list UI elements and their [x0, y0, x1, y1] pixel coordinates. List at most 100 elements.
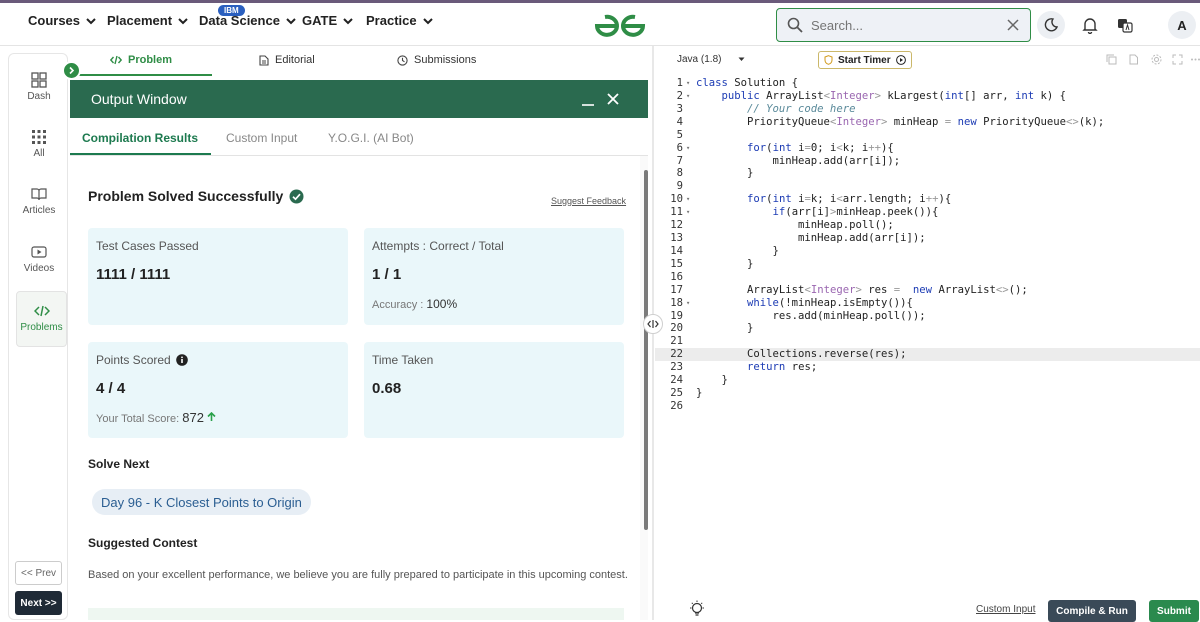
line-number: 1 [676, 77, 683, 89]
sidebar-item-videos[interactable]: Videos [9, 244, 69, 274]
code-line[interactable]: 5 [655, 129, 1200, 142]
line-number: 26 [670, 400, 683, 412]
fullscreen-icon[interactable] [1172, 54, 1183, 65]
line-number: 13 [670, 232, 683, 245]
line-number: 17 [670, 283, 683, 296]
code-line[interactable]: 7 minHeap.add(arr[i]); [655, 155, 1200, 168]
code-editor[interactable]: 1 ▾ class Solution {2 ▾ public ArrayList<In… [655, 76, 1200, 596]
code-line[interactable]: 21 [655, 335, 1200, 348]
tab-problem[interactable]: Problem [110, 54, 172, 66]
prev-button[interactable]: << Prev [15, 561, 62, 585]
fold-toggle-icon[interactable]: ▾ [686, 77, 690, 90]
code-line[interactable]: 15 } [655, 258, 1200, 271]
suggested-contest-heading: Suggested Contest [88, 536, 198, 550]
code-line[interactable]: 22 Collections.reverse(res); [655, 348, 1200, 362]
chevron-down-icon[interactable] [738, 57, 745, 62]
next-button[interactable]: Next >> [15, 591, 62, 615]
line-number: 19 [670, 309, 683, 322]
sidebar-item-all[interactable]: All [9, 129, 69, 159]
dark-mode-button[interactable] [1037, 11, 1065, 39]
gfg-logo-icon[interactable] [590, 11, 650, 41]
problem-tabs: Problem Editorial Submissions [70, 46, 648, 76]
nav-courses[interactable]: Courses [28, 13, 96, 28]
translate-icon [1118, 19, 1133, 33]
nav-placement-label: Placement [107, 13, 173, 28]
line-number: 24 [670, 374, 683, 387]
sidebar-item-dash[interactable]: Dash [9, 72, 69, 102]
fold-toggle-icon[interactable]: ▾ [686, 142, 690, 155]
line-number: 3 [676, 102, 683, 115]
code-line[interactable]: 9 [655, 180, 1200, 193]
notifications-button[interactable] [1076, 11, 1104, 39]
tab-submissions[interactable]: Submissions [397, 54, 476, 66]
solve-next-heading: Solve Next [88, 457, 150, 471]
nav-gate-label: GATE [302, 13, 338, 28]
line-number: 7 [676, 154, 683, 167]
sidebar-item-problems[interactable]: Problems [16, 291, 67, 347]
code-line[interactable]: 1 ▾ class Solution { [655, 77, 1200, 90]
code-line[interactable]: 6 ▾ for(int i=0; i<k; i++){ [655, 142, 1200, 155]
suggest-feedback-link[interactable]: Suggest Feedback [551, 196, 626, 206]
start-timer-button[interactable]: Start Timer [818, 51, 912, 69]
custom-input-link[interactable]: Custom Input [976, 604, 1035, 615]
copy-icon[interactable] [1106, 54, 1117, 65]
code-line[interactable]: 14 } [655, 245, 1200, 258]
code-line[interactable]: 23 return res; [655, 361, 1200, 374]
code-line[interactable]: 4 PriorityQueue<Integer> minHeap = new P… [655, 116, 1200, 129]
close-icon[interactable] [1006, 18, 1020, 32]
code-line[interactable]: 20 } [655, 322, 1200, 335]
code-text: res.add(minHeap.poll()); [696, 309, 926, 322]
code-line[interactable]: 3 // Your code here [655, 103, 1200, 116]
gear-icon[interactable] [1151, 54, 1162, 65]
nav-placement[interactable]: Placement [107, 13, 188, 28]
attempts-card: Attempts : Correct / Total 1 / 1 Accurac… [364, 228, 624, 325]
code-line[interactable]: 17 ArrayList<Integer> res = new ArrayLis… [655, 284, 1200, 297]
time-label: Time Taken [372, 353, 434, 367]
file-icon[interactable] [1128, 54, 1139, 65]
attempts-value: 1 / 1 [372, 266, 402, 283]
code-text: return res; [747, 361, 818, 374]
sidebar-item-articles[interactable]: Articles [9, 186, 69, 216]
avatar[interactable]: A [1168, 11, 1196, 39]
code-line[interactable]: 18 ▾ while(!minHeap.isEmpty()){ [655, 297, 1200, 310]
lightbulb-icon[interactable] [689, 600, 705, 618]
code-line[interactable]: 11 ▾ if(arr[i]>minHeap.peek()){ [655, 206, 1200, 219]
code-line[interactable]: 24 } [655, 374, 1200, 387]
info-icon[interactable] [175, 354, 188, 366]
nav-gate[interactable]: GATE [302, 13, 353, 28]
tab-compilation-results[interactable]: Compilation Results [82, 131, 198, 145]
fold-toggle-icon[interactable]: ▾ [686, 206, 690, 219]
code-line[interactable]: 12 minHeap.poll(); [655, 219, 1200, 232]
code-line[interactable]: 19 res.add(minHeap.poll()); [655, 310, 1200, 323]
nav-practice[interactable]: Practice [366, 13, 433, 28]
expand-sidebar-button[interactable] [62, 61, 81, 80]
tab-editorial[interactable]: Editorial [259, 54, 315, 66]
more-icon[interactable] [1190, 54, 1200, 65]
line-number: 23 [670, 361, 683, 374]
code-line[interactable]: 16 [655, 271, 1200, 284]
code-line[interactable]: 8 } [655, 167, 1200, 180]
fold-toggle-icon[interactable]: ▾ [686, 297, 690, 310]
code-line[interactable]: 26 [655, 400, 1200, 413]
tab-custom-input[interactable]: Custom Input [226, 131, 297, 145]
code-line[interactable]: 2 ▾ public ArrayList<Integer> kLargest(in… [655, 90, 1200, 103]
code-text: } [696, 387, 703, 400]
fold-toggle-icon[interactable]: ▾ [686, 193, 690, 206]
nav-data-science[interactable]: Data Science [199, 13, 296, 28]
language-select[interactable]: Java (1.8) [677, 54, 721, 65]
minimize-icon[interactable] [580, 93, 596, 107]
fold-toggle-icon[interactable]: ▾ [686, 90, 690, 103]
translate-button[interactable] [1111, 11, 1139, 39]
code-line[interactable]: 13 minHeap.add(arr[i]); [655, 232, 1200, 245]
tab-yogi-ai-bot[interactable]: Y.O.G.I. (AI Bot) [328, 131, 414, 145]
search-input[interactable] [811, 17, 1001, 33]
code-line[interactable]: 10 ▾ for(int i=k; i<arr.length; i++){ [655, 193, 1200, 206]
solve-next-chip[interactable]: Day 96 - K Closest Points to Origin [92, 489, 311, 515]
code-line[interactable]: 25} [655, 387, 1200, 400]
code-text: minHeap.poll(); [696, 219, 894, 232]
compile-run-button[interactable]: Compile & Run [1048, 600, 1136, 622]
line-number: 12 [670, 219, 683, 232]
output-scrollbar-thumb[interactable] [644, 170, 648, 530]
close-icon[interactable] [606, 92, 620, 106]
submit-button[interactable]: Submit [1149, 600, 1199, 622]
